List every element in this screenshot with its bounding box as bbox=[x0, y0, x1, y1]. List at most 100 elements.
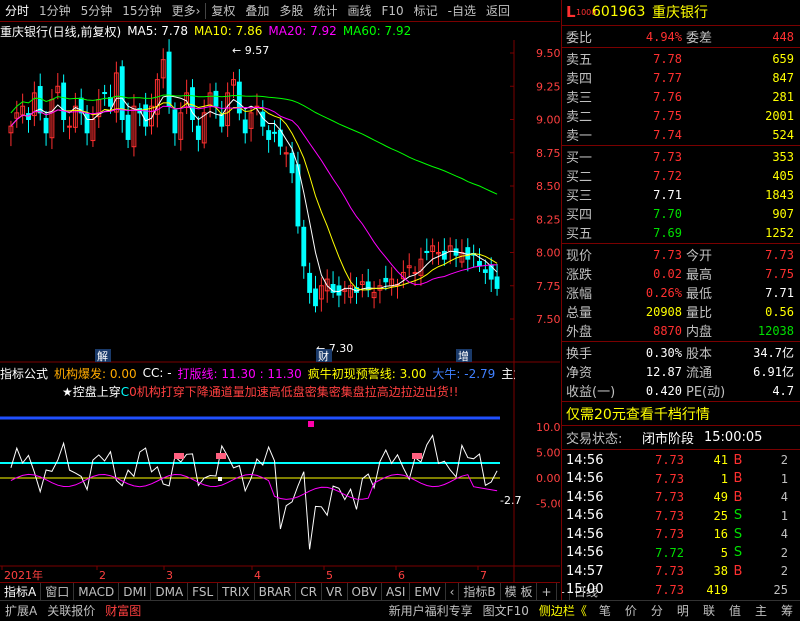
stat2-label: 流通 bbox=[686, 366, 713, 381]
status-right-6[interactable]: 明 bbox=[670, 601, 696, 621]
indicator-tab-1[interactable]: 窗口 bbox=[41, 582, 75, 601]
tick-volume: 419 bbox=[706, 582, 728, 597]
ask-row: 卖三 7.76 281 bbox=[562, 87, 800, 107]
price-tick-label: 8.75 bbox=[536, 147, 560, 160]
bid-price: 7.70 bbox=[653, 206, 682, 221]
promo-link[interactable]: 仅需20元查看千档行情 bbox=[562, 404, 710, 424]
signal-block bbox=[216, 453, 226, 459]
stat2-label: 股本 bbox=[686, 347, 713, 362]
stat2-row: 净资 12.87 流通 6.91亿 bbox=[562, 362, 800, 382]
status-bar: 扩展A 关联报价 财富图 新用户福利专享 图文F10 侧边栏《笔价分明联值主筹 bbox=[0, 600, 800, 620]
ask-label: 卖二 bbox=[566, 110, 593, 125]
indicator-tab-6[interactable]: TRIX bbox=[218, 582, 255, 601]
bid-label: 买三 bbox=[566, 189, 593, 204]
status-right-4[interactable]: 价 bbox=[618, 601, 644, 621]
ma5-label: MA5: 7.78 bbox=[127, 24, 188, 38]
ind-tick-label: -5.00 bbox=[536, 498, 560, 511]
candle-body bbox=[166, 51, 172, 107]
bid-row: 买一 7.73 353 bbox=[562, 147, 800, 167]
month-label: 4 bbox=[254, 569, 261, 582]
month-label: 2021年 bbox=[4, 568, 43, 582]
tick-time: 15:00 bbox=[566, 582, 604, 598]
candle-body bbox=[289, 152, 295, 174]
indicator-tab-15[interactable]: 模 板 bbox=[501, 582, 538, 601]
tick-time: 14:56 bbox=[566, 545, 604, 561]
indicator-tab-16[interactable]: + bbox=[537, 582, 557, 601]
stat-value: 0.26% bbox=[645, 285, 682, 300]
stat-label: 量比 bbox=[686, 306, 713, 321]
stat-value: 7.71 bbox=[765, 285, 794, 300]
tick-count: 25 bbox=[773, 582, 788, 597]
status-right-10[interactable]: 筹 bbox=[774, 601, 800, 621]
indicator-signal-text: ★控盘上穿C0机构打穿下降通道量加速高低盘密集密集盘拉高边拉边出货!! bbox=[62, 383, 458, 400]
status-right-9[interactable]: 主 bbox=[748, 601, 774, 621]
month-label: 6 bbox=[398, 569, 405, 582]
ask-row: 卖一 7.74 524 bbox=[562, 125, 800, 145]
status-left-1[interactable]: 关联报价 bbox=[42, 601, 100, 621]
indicator-tab-9[interactable]: VR bbox=[322, 582, 348, 601]
bid-price: 7.72 bbox=[653, 168, 682, 183]
tick-count: 1 bbox=[780, 508, 788, 523]
kline-title: 重庆银行(日线,前复权) MA5: 7.78 MA10: 7.86 MA20: … bbox=[0, 22, 560, 40]
ask-row: 卖五 7.78 659 bbox=[562, 49, 800, 69]
status-right-2[interactable]: 侧边栏《 bbox=[534, 601, 592, 621]
indicator-tab-7[interactable]: BRAR bbox=[255, 582, 297, 601]
stat-label: 最低 bbox=[686, 287, 713, 302]
candle-body bbox=[172, 109, 178, 134]
stat-value: 20908 bbox=[645, 304, 682, 319]
kline-chart[interactable]: 9.50 9.25 9.00 8.75 8.50 8.25 8.00 7.75 7.50 ← 9.… bbox=[0, 0, 560, 582]
indicator-tab-14[interactable]: 指标B bbox=[459, 582, 501, 601]
tick-row: 14:56 7.72 5 S 2 bbox=[562, 544, 800, 563]
status-left-0[interactable]: 扩展A bbox=[0, 601, 42, 621]
tick-volume: 1 bbox=[720, 471, 728, 486]
tick-volume: 5 bbox=[720, 545, 728, 560]
indicator-tab-10[interactable]: OBV bbox=[348, 582, 383, 601]
weibi-label: 委比 bbox=[566, 31, 593, 46]
weicha-value: 448 bbox=[772, 29, 794, 44]
status-right-8[interactable]: 值 bbox=[722, 601, 748, 621]
indicator-tab-8[interactable]: CR bbox=[296, 582, 322, 601]
stat2-label: 净资 bbox=[566, 366, 593, 381]
tick-volume: 41 bbox=[713, 453, 728, 468]
status-right-7[interactable]: 联 bbox=[696, 601, 722, 621]
stat2-label: 收益(一) bbox=[566, 385, 616, 400]
marker-cai: 财 bbox=[318, 349, 329, 363]
tick-time: 14:56 bbox=[566, 452, 604, 468]
tick-time: 14:56 bbox=[566, 471, 604, 487]
ma10-line bbox=[10, 102, 498, 291]
candle-body bbox=[119, 66, 125, 121]
bid-volume: 405 bbox=[772, 168, 794, 183]
indicator-tab-0[interactable]: 指标A bbox=[0, 582, 42, 601]
ask-volume: 524 bbox=[772, 127, 794, 142]
tick-price: 7.73 bbox=[655, 582, 684, 597]
status-right-3[interactable]: 笔 bbox=[592, 601, 618, 621]
status-right-1[interactable]: 图文F10 bbox=[478, 601, 534, 621]
stat2-value: 6.91亿 bbox=[753, 365, 794, 379]
stat2-label: 换手 bbox=[566, 347, 593, 362]
indicator-tab-13[interactable]: ‹ bbox=[446, 582, 460, 601]
tick-price: 7.73 bbox=[655, 471, 684, 486]
candle-body bbox=[465, 247, 471, 260]
price-tick-label: 8.50 bbox=[536, 180, 560, 193]
indicator-tab-11[interactable]: ASI bbox=[382, 582, 411, 601]
divider bbox=[562, 341, 800, 342]
indicator-tab-3[interactable]: DMI bbox=[119, 582, 152, 601]
indicator-tab-5[interactable]: FSL bbox=[188, 582, 219, 601]
status-right-5[interactable]: 分 bbox=[644, 601, 670, 621]
stat-label: 外盘 bbox=[566, 325, 593, 340]
status-left-2[interactable]: 财富图 bbox=[100, 601, 146, 621]
indicator-tab-12[interactable]: EMV bbox=[410, 582, 446, 601]
signal-block bbox=[412, 453, 422, 459]
stat-value: 7.73 bbox=[653, 247, 682, 262]
trade-status-row: 交易状态: 闭市阶段 15:00:05 bbox=[562, 427, 800, 448]
tick-time: 14:56 bbox=[566, 489, 604, 505]
indicator-tab-4[interactable]: DMA bbox=[151, 582, 189, 601]
indicator-tab-2[interactable]: MACD bbox=[74, 582, 120, 601]
stat-row: 总量 20908 量比 0.56 bbox=[562, 302, 800, 322]
ask-volume: 659 bbox=[772, 51, 794, 66]
status-right-0[interactable]: 新用户福利专享 bbox=[384, 601, 478, 621]
month-label: 7 bbox=[480, 569, 487, 582]
promo-row: 仅需20元查看千档行情 bbox=[562, 403, 800, 424]
tick-price: 7.73 bbox=[655, 508, 684, 523]
daban-label: 打版线: 11.30 : 11.30 bbox=[177, 366, 302, 381]
